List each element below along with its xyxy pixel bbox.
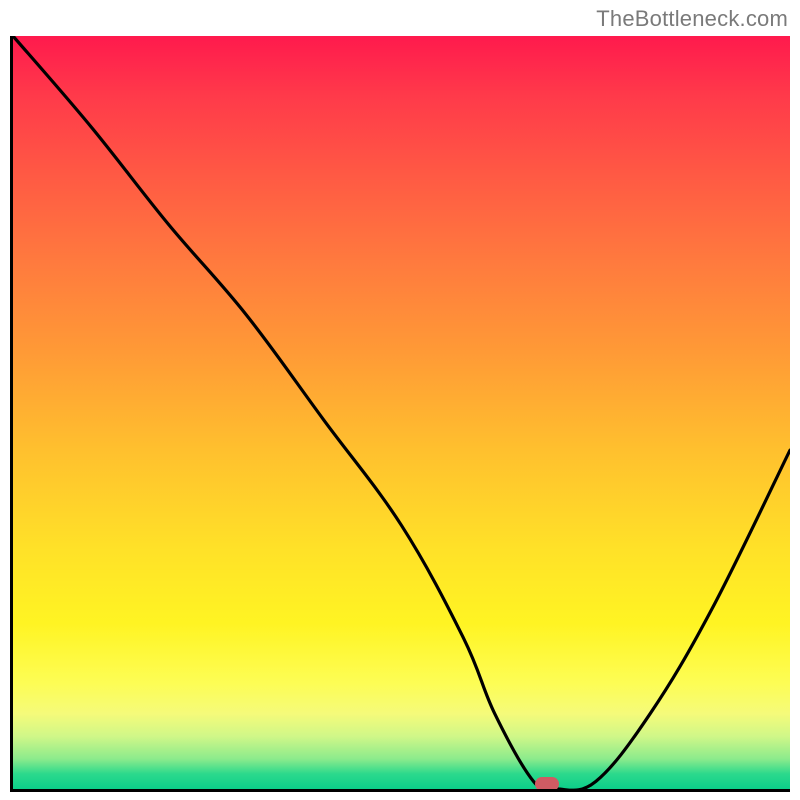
bottleneck-curve-path	[13, 36, 790, 789]
curve-svg	[13, 36, 790, 789]
plot-area	[10, 36, 790, 792]
optimal-point-marker	[535, 777, 559, 791]
chart-container: TheBottleneck.com	[0, 0, 800, 800]
attribution-text: TheBottleneck.com	[596, 6, 788, 32]
